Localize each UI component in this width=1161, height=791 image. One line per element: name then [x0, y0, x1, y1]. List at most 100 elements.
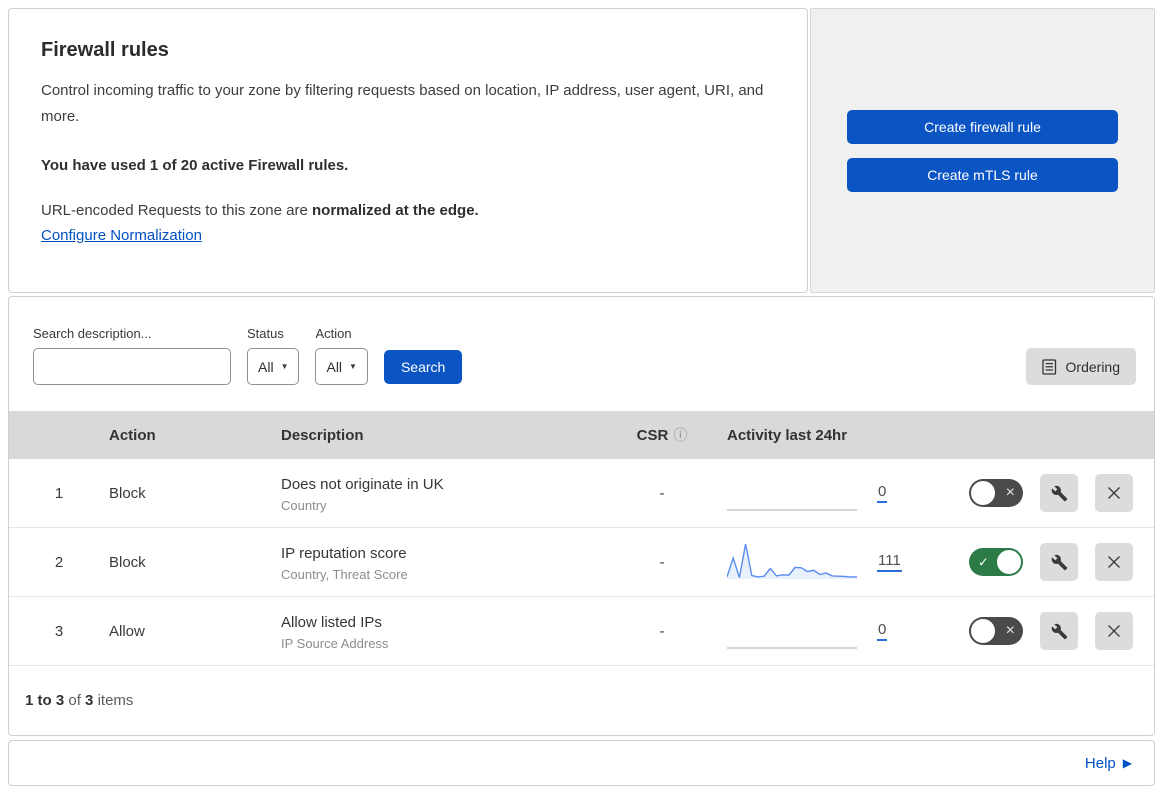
close-icon [1108, 556, 1120, 568]
arrow-right-icon: ▶ [1122, 756, 1132, 770]
table-header: Action Description CSR ⓘ Activity last 2… [9, 411, 1154, 459]
normalization-note: URL-encoded Requests to this zone are no… [41, 202, 775, 219]
action-field-group: Action All ▼ [315, 326, 368, 385]
search-button[interactable]: Search [383, 350, 463, 384]
rule-action: Block [109, 484, 146, 502]
status-field-group: Status All ▼ [247, 326, 300, 385]
csr-column-label: CSR [636, 426, 669, 444]
summary-of: of [68, 692, 81, 709]
wrench-icon [1051, 554, 1067, 570]
rule-csr: - [659, 622, 665, 640]
delete-rule-button[interactable] [1095, 543, 1133, 581]
action-label: Action [315, 326, 352, 341]
status-select-value: All [258, 358, 274, 375]
toggle-check-icon: ✓ [978, 554, 989, 570]
toggle-x-icon: × [1005, 484, 1015, 501]
rule-activity-cell: 111 [715, 539, 949, 585]
normalization-text: URL-encoded Requests to this zone are [41, 201, 312, 219]
firewall-rules-page: Firewall rules Control incoming traffic … [0, 0, 1161, 789]
close-icon [1108, 625, 1120, 637]
search-input[interactable] [52, 358, 233, 375]
summary-range: 1 to 3 [25, 692, 65, 709]
help-link-label: Help [1084, 754, 1116, 772]
search-box[interactable] [33, 348, 233, 385]
normalization-bold-text: normalized at the edge. [312, 201, 479, 219]
rule-action: Allow [109, 622, 145, 640]
chevron-down-icon: ▼ [280, 362, 289, 371]
activity-count-link[interactable]: 111 [877, 552, 902, 572]
info-icon[interactable]: ⓘ [673, 425, 687, 445]
wrench-icon [1051, 623, 1067, 639]
table-row: 3 Allow Allow listed IPs IP Source Addre… [9, 597, 1154, 666]
rule-description: IP reputation score [281, 544, 407, 562]
search-label: Search description... [33, 326, 152, 341]
activity-column-header: Activity last 24hr [727, 426, 848, 444]
description-column-header: Description [281, 426, 364, 444]
wrench-icon [1051, 485, 1067, 501]
status-select[interactable]: All ▼ [247, 348, 300, 385]
activity-sparkline [727, 509, 857, 511]
rule-description-cell: Does not originate in UK Country [281, 474, 609, 513]
status-label: Status [247, 326, 284, 341]
edit-rule-button[interactable] [1040, 612, 1078, 650]
configure-normalization-link[interactable]: Configure Normalization [41, 227, 202, 244]
rule-description: Allow listed IPs [281, 613, 382, 631]
activity-sparkline [727, 647, 857, 649]
rule-fields: Country, Threat Score [281, 566, 408, 582]
activity-sparkline [727, 543, 857, 579]
help-link[interactable]: Help ▶ [1085, 755, 1132, 772]
rule-activity-cell: 0 [715, 608, 949, 654]
search-field-group: Search description... [33, 326, 233, 385]
status-toggle[interactable]: ✓ × [969, 617, 1023, 645]
rule-fields: IP Source Address [281, 635, 389, 651]
rules-list-card: Search description... Status All ▼ Actio… [8, 296, 1155, 736]
summary-items: items [97, 692, 134, 709]
page-title: Firewall rules [41, 39, 169, 61]
rule-csr: - [659, 553, 665, 571]
action-select-value: All [326, 358, 343, 375]
help-bar: Help ▶ [8, 740, 1155, 786]
rule-description: Does not originate in UK [281, 475, 444, 493]
status-toggle[interactable]: ✓ × [969, 479, 1023, 507]
activity-count-link[interactable]: 0 [877, 483, 888, 503]
rule-controls: ✓ × [949, 543, 1154, 581]
rule-fields: Country [281, 497, 327, 513]
edit-rule-button[interactable] [1040, 543, 1078, 581]
page-description: Control incoming traffic to your zone by… [41, 82, 764, 126]
rule-priority: 2 [54, 553, 64, 571]
delete-rule-button[interactable] [1095, 612, 1133, 650]
ordering-button[interactable]: Ordering [1025, 348, 1136, 385]
toggle-knob [971, 619, 995, 643]
toggle-knob [971, 481, 995, 505]
edit-rule-button[interactable] [1040, 474, 1078, 512]
rule-controls: ✓ × [949, 612, 1154, 650]
create-firewall-rule-button[interactable]: Create firewall rule [847, 109, 1118, 144]
activity-count-link[interactable]: 0 [877, 621, 888, 641]
top-section: Firewall rules Control incoming traffic … [8, 8, 1155, 293]
toggle-knob [997, 550, 1021, 574]
summary-total: 3 [85, 692, 94, 709]
chevron-down-icon: ▼ [349, 362, 357, 371]
create-mtls-rule-button[interactable]: Create mTLS rule [847, 157, 1118, 192]
rule-action: Block [109, 553, 146, 571]
firewall-intro-card: Firewall rules Control incoming traffic … [8, 8, 808, 293]
table-row: 2 Block IP reputation score Country, Thr… [9, 528, 1154, 597]
toggle-x-icon: × [1005, 622, 1015, 639]
table-summary: 1 to 3 of 3 items [9, 666, 1154, 735]
rule-activity-cell: 0 [715, 470, 949, 516]
rule-priority: 3 [54, 622, 64, 640]
csr-column-header: CSR ⓘ [637, 425, 688, 445]
filter-bar: Search description... Status All ▼ Actio… [9, 297, 1154, 411]
usage-note: You have used 1 of 20 active Firewall ru… [41, 156, 349, 174]
ordering-list-icon [1041, 358, 1056, 375]
action-select[interactable]: All ▼ [315, 348, 368, 385]
rule-description-cell: IP reputation score Country, Threat Scor… [281, 543, 609, 582]
close-icon [1108, 487, 1120, 499]
rule-csr: - [659, 484, 665, 502]
ordering-button-label: Ordering [1065, 358, 1120, 375]
status-toggle[interactable]: ✓ × [969, 548, 1023, 576]
delete-rule-button[interactable] [1095, 474, 1133, 512]
rule-description-cell: Allow listed IPs IP Source Address [281, 612, 609, 651]
actions-panel: Create firewall rule Create mTLS rule [810, 8, 1155, 293]
table-row: 1 Block Does not originate in UK Country… [9, 459, 1154, 528]
